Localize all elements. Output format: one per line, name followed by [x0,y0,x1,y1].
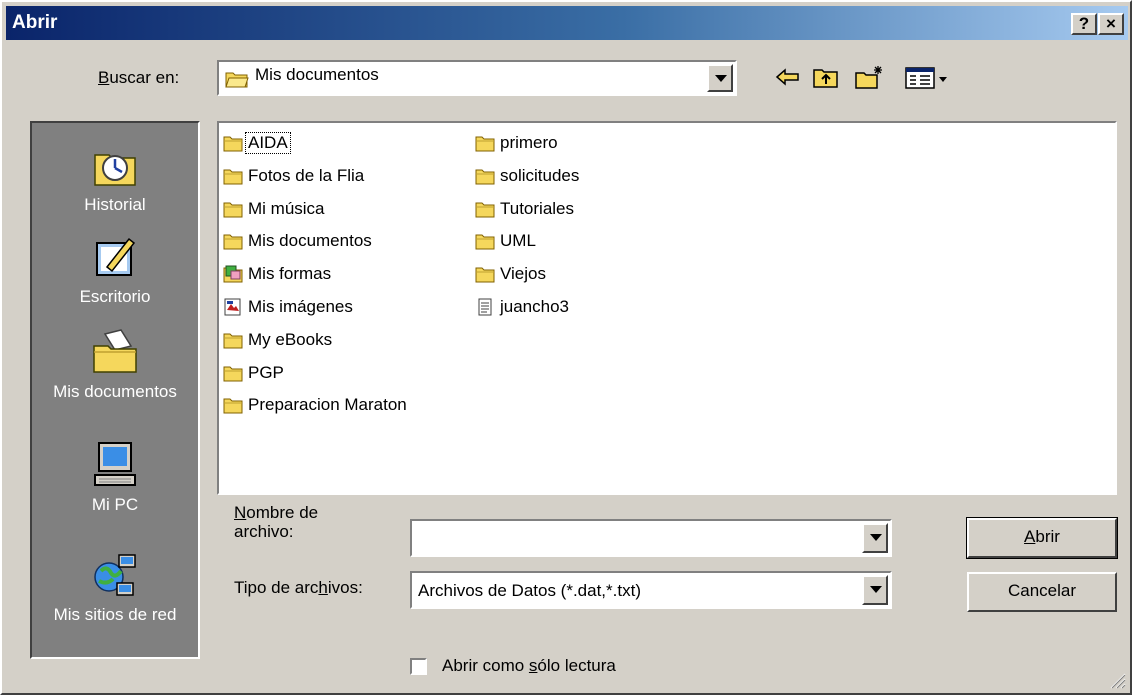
folder-icon [223,169,243,185]
look-in-label: Buscar en: [98,68,180,87]
open-dialog: Abrir ? × Buscar en: Mis documentos Hist… [0,0,1132,695]
places-bar: Historial Escritorio Mis documentos Mi P… [30,121,200,659]
view-menu-button[interactable] [902,62,952,92]
view-menu-icon [905,67,947,89]
folder-icon [475,267,495,283]
window-title: Abrir [12,12,58,33]
place-mis-documentos[interactable]: Mis documentos [32,328,198,402]
read-only-label[interactable]: Abrir como sólo lectura [442,656,616,676]
desktop-icon [96,237,136,276]
list-item[interactable]: AIDA [223,131,291,155]
new-folder-icon [855,66,882,89]
list-item-label: juancho3 [500,297,570,316]
back-button[interactable] [772,62,804,92]
place-escritorio[interactable]: Escritorio [32,233,198,307]
file-type-combo[interactable]: Archivos de Datos (*.dat,*.txt) [410,571,892,609]
read-only-checkbox[interactable] [410,658,427,675]
images-folder-icon [224,298,241,316]
history-icon [94,154,136,186]
list-item[interactable]: solicitudes [475,164,581,188]
place-mis-sitios-de-red[interactable]: Mis sitios de red [32,551,198,625]
folder-icon [223,202,243,218]
look-in-value: Mis documentos [255,65,379,84]
list-item-label: Mis imágenes [248,297,353,316]
folder-icon [223,234,243,250]
list-item[interactable]: Preparacion Maraton [223,393,409,417]
file-name-label: Nombre de archivo: [234,503,319,541]
file-name-combo[interactable] [410,519,892,557]
list-item[interactable]: Fotos de la Flia [223,164,366,188]
new-folder-button[interactable] [853,62,885,92]
folder-icon [475,234,495,250]
list-item[interactable]: juancho3 [475,295,571,319]
list-item-label: Tutoriales [500,198,575,218]
folder-icon [223,136,243,152]
open-button[interactable]: Abrir [966,517,1118,559]
my-documents-icon [93,329,137,373]
file-list[interactable]: AIDA Fotos de la Flia Mi música Mis documen… [217,121,1117,495]
back-arrow-icon [775,68,799,86]
title-bar[interactable]: Abrir ? × [6,6,1128,40]
folder-open-icon [225,72,249,88]
close-button[interactable]: × [1098,13,1124,35]
list-item[interactable]: Viejos [475,262,548,286]
list-item[interactable]: Mi música [223,197,327,221]
list-item-label: Preparacion Maraton [248,395,407,415]
resize-grip-icon[interactable] [1108,671,1126,689]
list-item-label: AIDA [245,132,291,154]
list-item-label: PGP [248,362,284,382]
look-in-combo[interactable]: Mis documentos [217,60,737,96]
my-computer-icon [94,442,136,486]
file-name-dropdown-button[interactable] [862,523,888,553]
list-item[interactable]: primero [475,131,560,155]
list-item-label: primero [500,133,558,152]
list-item[interactable]: PGP [223,361,286,385]
up-folder-icon [813,69,838,88]
list-item[interactable]: UML [475,229,538,253]
file-type-value: Archivos de Datos (*.dat,*.txt) [418,581,641,600]
file-type-dropdown-button[interactable] [862,575,888,605]
network-places-icon [94,554,136,596]
list-item[interactable]: Mis formas [223,262,333,286]
list-item[interactable]: Mis documentos [223,229,374,253]
place-historial[interactable]: Historial [32,141,198,215]
text-file-icon [478,298,492,316]
place-mi-pc[interactable]: Mi PC [32,441,198,515]
up-folder-button[interactable] [810,62,842,92]
look-in-dropdown-button[interactable] [707,64,733,92]
folder-icon [475,202,495,218]
list-item[interactable]: My eBooks [223,328,334,352]
list-item[interactable]: Tutoriales [475,197,576,221]
list-item-label: Fotos de la Flia [248,165,365,185]
list-item-label: UML [500,231,536,251]
folder-icon [475,136,495,152]
folder-icon [223,366,243,382]
list-item-label: Viejos [500,264,546,284]
folder-icon [475,169,495,185]
help-button[interactable]: ? [1071,13,1097,35]
file-type-label: Tipo de archivos: [234,578,363,597]
list-item-label: solicitudes [500,165,580,185]
list-item-label: My eBooks [248,329,333,349]
cancel-button[interactable]: Cancelar [967,572,1117,612]
list-item[interactable]: Mis imágenes [223,295,355,319]
list-item-label: Mis documentos [248,231,372,251]
folder-icon [223,333,243,349]
forms-folder-icon [223,265,243,283]
folder-icon [223,398,243,414]
list-item-label: Mis formas [248,264,332,284]
list-item-label: Mi música [248,198,325,218]
